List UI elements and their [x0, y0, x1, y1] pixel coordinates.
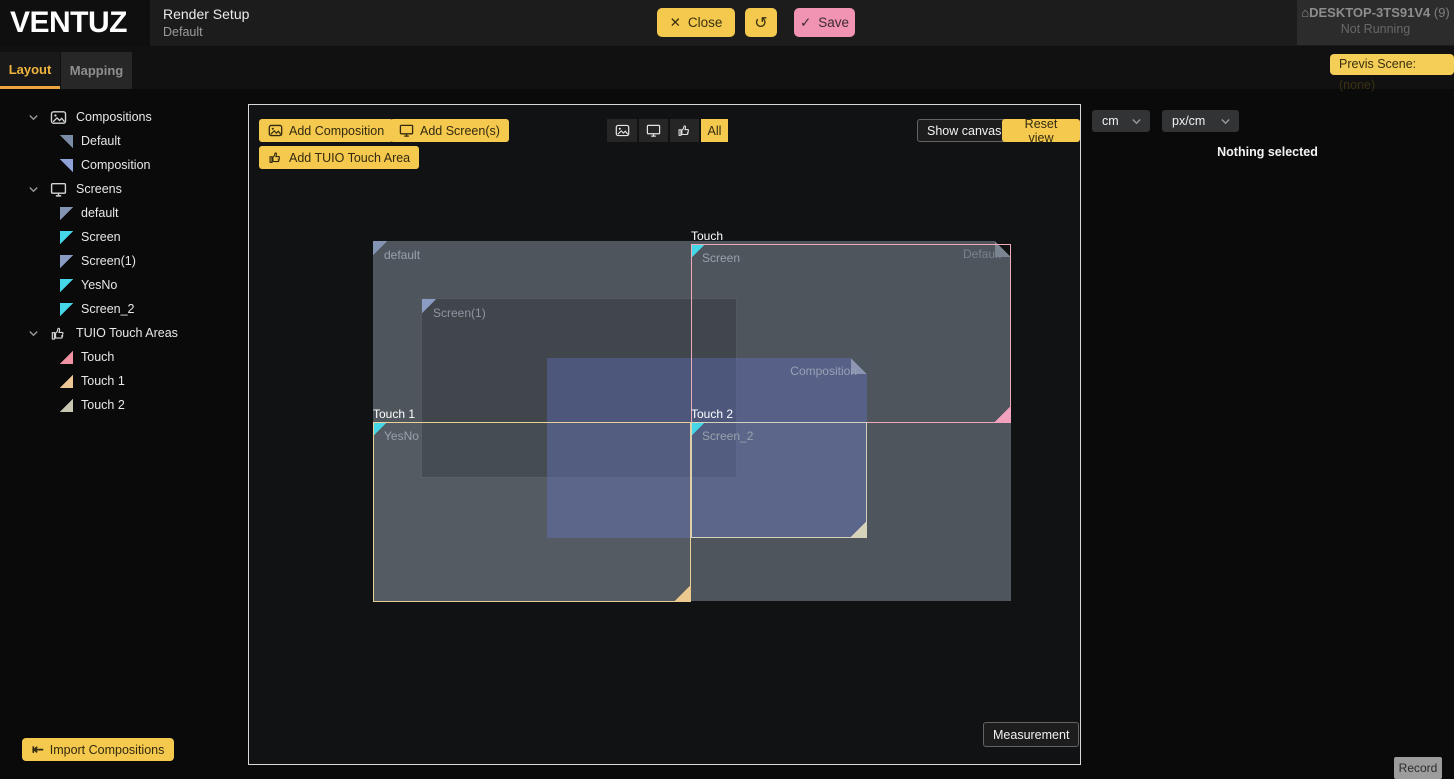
save-button[interactable]: ✓ Save	[794, 8, 855, 37]
host-name: ⌂DESKTOP-3TS91V4 (9)	[1297, 5, 1454, 20]
composition-triangle-icon	[60, 159, 73, 172]
tree-group-screens[interactable]: Screens	[0, 177, 248, 201]
host-status-panel[interactable]: ⌂DESKTOP-3TS91V4 (9) Not Running	[1297, 0, 1454, 45]
filter-all-button[interactable]: All	[700, 119, 728, 142]
screen-triangle-icon	[60, 303, 73, 316]
tree-item-screen2[interactable]: Screen_2	[0, 297, 248, 321]
chevron-down-icon[interactable]	[28, 328, 39, 339]
monitor-icon	[646, 123, 661, 138]
thumb-icon	[677, 123, 692, 138]
import-compositions-button[interactable]: ⇤ Import Compositions	[22, 738, 174, 761]
logo-container: VENTUZ	[0, 0, 150, 46]
image-icon	[615, 123, 630, 138]
touch-triangle-icon	[60, 399, 73, 412]
selection-status-text: Nothing selected	[1081, 145, 1454, 159]
previs-scene-badge[interactable]: Previs Scene: (none)	[1330, 54, 1454, 75]
filter-screens-button[interactable]	[638, 119, 668, 142]
image-icon	[268, 123, 283, 138]
tree-item-screen1[interactable]: Screen(1)	[0, 249, 248, 273]
filter-compositions-button[interactable]	[607, 119, 637, 142]
tab-layout[interactable]: Layout	[0, 52, 60, 89]
measurement-button[interactable]: Measurement	[983, 722, 1079, 747]
thumb-icon	[268, 150, 283, 165]
resolution-unit-dropdown[interactable]: px/cm	[1162, 110, 1239, 132]
screen-triangle-icon	[60, 279, 73, 292]
tree-item-touch2[interactable]: Touch 2	[0, 393, 248, 417]
tab-bar: Layout Mapping	[0, 46, 1454, 89]
touch-triangle-icon	[60, 351, 73, 364]
filter-tuio-button[interactable]	[669, 119, 699, 142]
refresh-button[interactable]: ↺	[745, 8, 777, 37]
chevron-down-icon	[1131, 116, 1142, 127]
screen-triangle-icon	[60, 255, 73, 268]
show-canvas-button[interactable]: Show canvas	[917, 119, 1011, 142]
canvas-rect-touch[interactable]: Touch	[691, 244, 1011, 423]
reset-view-button[interactable]: Reset view	[1002, 119, 1080, 142]
unit-dropdown[interactable]: cm	[1092, 110, 1150, 132]
monitor-icon	[50, 181, 67, 198]
check-icon: ✓	[800, 15, 811, 31]
close-label: Close	[688, 15, 723, 30]
tree-item-yesno[interactable]: YesNo	[0, 273, 248, 297]
header-bar: VENTUZ Render Setup Default ✕ Close ↺ ✓ …	[0, 0, 1454, 46]
tree-item-touch[interactable]: Touch	[0, 345, 248, 369]
tree-item-screen[interactable]: Screen	[0, 225, 248, 249]
screen-triangle-icon	[60, 207, 73, 220]
tree-item-default-screen[interactable]: default	[0, 201, 248, 225]
host-status: Not Running	[1297, 22, 1454, 36]
tree-item-composition[interactable]: Composition	[0, 153, 248, 177]
screen-triangle-icon	[60, 231, 73, 244]
tree-group-label: Compositions	[76, 110, 152, 124]
add-composition-button[interactable]: Add Composition	[259, 119, 393, 142]
tree-item-default-comp[interactable]: Default	[0, 129, 248, 153]
close-button[interactable]: ✕ Close	[657, 8, 735, 37]
touch-corner-triangle	[850, 521, 867, 538]
ventuz-logo: VENTUZ	[10, 6, 127, 40]
thumb-icon	[50, 325, 67, 342]
add-screens-button[interactable]: Add Screen(s)	[390, 119, 509, 142]
host-count: (9)	[1434, 5, 1450, 20]
chevron-down-icon	[1220, 116, 1231, 127]
canvas-rect-touch2[interactable]: Touch 2	[691, 422, 867, 538]
page-title: Render Setup	[163, 6, 249, 22]
save-label: Save	[818, 15, 849, 30]
layout-canvas[interactable]: Add Composition Add Screen(s) Add TUIO T…	[248, 104, 1081, 765]
touch-corner-triangle	[674, 585, 691, 602]
chevron-down-icon[interactable]	[28, 112, 39, 123]
composition-triangle-icon	[60, 135, 73, 148]
monitor-icon	[399, 123, 414, 138]
refresh-icon: ↺	[754, 13, 767, 33]
touch-triangle-icon	[60, 375, 73, 388]
tab-mapping[interactable]: Mapping	[61, 52, 132, 89]
tree-group-label: TUIO Touch Areas	[76, 326, 178, 340]
record-button[interactable]: Record	[1394, 757, 1442, 779]
canvas-rect-touch1[interactable]: Touch 1	[373, 422, 691, 602]
page-subtitle: Default	[163, 25, 203, 39]
tree-group-label: Screens	[76, 182, 122, 196]
tree-item-touch1[interactable]: Touch 1	[0, 369, 248, 393]
tree-group-compositions[interactable]: Compositions	[0, 105, 248, 129]
chevron-down-icon[interactable]	[28, 184, 39, 195]
touch-corner-triangle	[994, 406, 1011, 423]
tree-group-tuio[interactable]: TUIO Touch Areas	[0, 321, 248, 345]
filter-segmented-control: All	[607, 119, 728, 142]
import-icon: ⇤	[32, 741, 44, 758]
house-icon: ⌂	[1301, 5, 1309, 20]
close-icon: ✕	[670, 15, 681, 31]
add-tuio-button[interactable]: Add TUIO Touch Area	[259, 146, 419, 169]
image-icon	[50, 109, 67, 126]
